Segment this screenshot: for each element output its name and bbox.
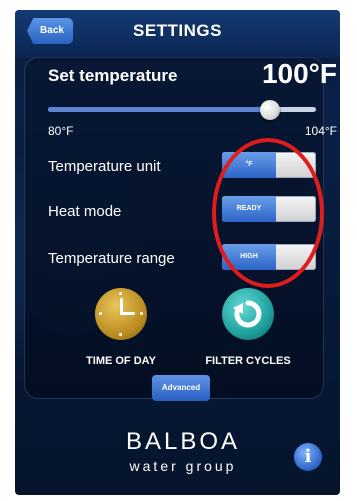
temperature-unit-label: Temperature unit	[48, 158, 161, 175]
balboa-logo-subtitle: water group	[129, 458, 237, 474]
title-bar: Back SETTINGS	[15, 10, 340, 58]
clock-minute-hand	[120, 312, 135, 315]
red-highlight-circle	[212, 138, 324, 288]
clock-tick	[99, 312, 102, 315]
clock-icon[interactable]	[95, 288, 147, 340]
set-temperature-label: Set temperature	[48, 66, 178, 85]
page-title: SETTINGS	[132, 21, 222, 40]
advanced-button[interactable]: Advanced	[152, 375, 210, 401]
heat-mode-label: Heat mode	[48, 203, 122, 220]
set-temperature-value: 100°F	[261, 58, 337, 89]
slider-min-label: 80°F	[48, 124, 74, 138]
slider-max-label: 104°F	[304, 124, 337, 138]
clock-tick	[119, 292, 122, 295]
temperature-slider[interactable]	[48, 100, 316, 120]
temperature-slider-fill	[48, 107, 271, 112]
refresh-icon[interactable]	[222, 288, 274, 340]
balboa-logo: BALBOA	[125, 428, 241, 455]
info-icon[interactable]: i	[294, 443, 322, 471]
clock-tick	[119, 333, 122, 336]
filter-cycles-label[interactable]: FILTER CYCLES	[198, 355, 298, 367]
clock-tick	[140, 312, 143, 315]
time-of-day-label[interactable]: TIME OF DAY	[72, 355, 170, 367]
temperature-range-label: Temperature range	[48, 250, 175, 267]
